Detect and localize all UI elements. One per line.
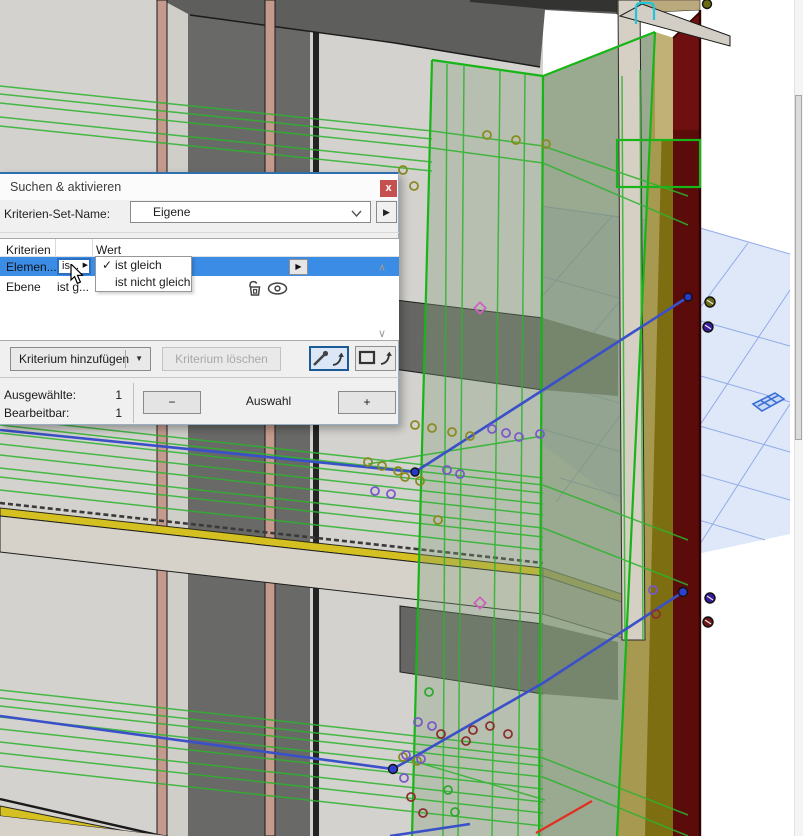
menu-item-label: ist nicht gleich [115, 274, 190, 291]
criteria-list[interactable]: Kriterien Wert Elemen... is... ▶ ▶ Ebene… [0, 238, 399, 341]
divider [0, 377, 399, 378]
minus-icon: − [168, 395, 175, 409]
menu-item-ist-nicht-gleich[interactable]: ist nicht gleich [96, 274, 191, 291]
scroll-down-icon[interactable]: ∨ [378, 327, 386, 340]
column-divider [55, 239, 56, 256]
find-select-dialog: Suchen & aktivieren x Kriterien-Set-Name… [0, 172, 399, 425]
operator-popup-menu: ✓ ist gleich ist nicht gleich [95, 256, 192, 292]
plus-icon: + [363, 395, 370, 409]
dialog-titlebar[interactable]: Suchen & aktivieren x [0, 174, 398, 200]
criteria-set-combobox[interactable]: Eigene [130, 201, 371, 223]
vertical-scrollbar-thumb[interactable] [795, 95, 802, 440]
triangle-right-icon: ▶ [295, 262, 301, 271]
criteria-set-value: Eigene [153, 205, 190, 219]
divider [133, 383, 134, 423]
eyedropper-arrow-icon [311, 348, 347, 369]
delete-criterion-label: Kriterium löschen [175, 352, 268, 366]
menu-item-ist-gleich[interactable]: ✓ ist gleich [96, 257, 191, 274]
app-root: { "window": { "title": "Suchen & aktivie… [0, 0, 803, 836]
add-criterion-label: Kriterium hinzufügen [19, 348, 129, 370]
criteria-row[interactable]: Ebene ist g... [0, 276, 399, 295]
add-to-selection-button[interactable]: + [338, 391, 396, 414]
selected-label: Ausgewählte: [4, 388, 76, 402]
unlock-icon [246, 280, 264, 297]
triangle-right-icon: ▶ [383, 207, 390, 217]
selected-count: 1 [96, 388, 122, 402]
criteria-name: Elemen... [6, 260, 57, 274]
column-header-value: Wert [96, 243, 121, 257]
mouse-cursor [70, 264, 87, 288]
column-header-criteria: Kriterien [6, 243, 51, 257]
close-button[interactable]: x [380, 180, 397, 197]
criteria-row-selected[interactable]: Elemen... is... ▶ ▶ [0, 257, 399, 276]
triangle-down-icon[interactable]: ▼ [135, 348, 143, 370]
remove-from-selection-button[interactable]: − [143, 391, 201, 414]
marquee-select-button[interactable] [355, 346, 396, 371]
criteria-name: Ebene [6, 280, 41, 294]
vertical-scrollbar[interactable] [794, 0, 803, 836]
value-menu-button[interactable]: ▶ [289, 259, 308, 275]
scroll-up-icon[interactable]: ∧ [378, 261, 386, 274]
red-panel [673, 10, 700, 836]
pick-up-settings-button[interactable] [309, 346, 349, 371]
divider [0, 232, 399, 233]
delete-criterion-button[interactable]: Kriterium löschen [162, 347, 281, 371]
dialog-title: Suchen & aktivieren [10, 180, 121, 194]
editable-label: Bearbeitbar: [4, 406, 69, 420]
visibility-eye-icon [267, 282, 288, 295]
chevron-down-icon [351, 210, 362, 217]
criteria-set-label: Kriterien-Set-Name: [4, 207, 110, 221]
menu-item-label: ist gleich [115, 257, 162, 274]
marquee-arrow-icon [357, 347, 394, 368]
button-split-divider [125, 350, 126, 368]
criteria-set-menu-button[interactable]: ▶ [376, 201, 397, 223]
selection-label: Auswahl [216, 394, 321, 408]
editable-count: 1 [96, 406, 122, 420]
add-criterion-button[interactable]: Kriterium hinzufügen ▼ [10, 347, 151, 371]
curtain-wall-right-face [539, 32, 673, 836]
column-divider [92, 239, 93, 256]
check-icon: ✓ [101, 257, 113, 274]
